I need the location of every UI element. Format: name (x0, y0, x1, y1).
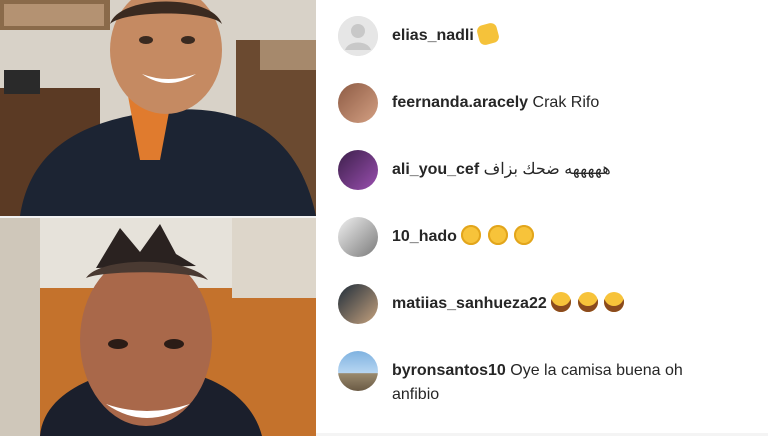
list-item: byronsantos10 Oye la camisa buena oh anf… (338, 351, 732, 407)
comment-username[interactable]: feernanda.aracely (392, 94, 528, 111)
heart-eyes-emoji (514, 225, 535, 245)
video-feed-top (0, 0, 316, 216)
avatar[interactable] (338, 351, 378, 391)
live-comments-panel: elias_nadli feernanda.aracely Crak Rifo … (316, 0, 768, 436)
laughing-emoji (551, 292, 572, 312)
avatar[interactable] (338, 284, 378, 324)
comment-text: elias_nadli (392, 21, 501, 48)
laughing-emoji (577, 292, 598, 312)
list-item: 10_hado (338, 217, 536, 257)
comment-text: feernanda.aracely Crak Rifo (392, 91, 599, 115)
list-item: matiias_sanhueza22 (338, 284, 626, 324)
video-feed-person-2 (0, 218, 316, 436)
avatar[interactable] (338, 16, 378, 56)
comment-username[interactable]: byronsantos10 (392, 362, 506, 379)
comment-text: 10_hado (392, 225, 536, 249)
comment-text: ali_you_cef هههههه ضحك بزاف (392, 158, 611, 182)
heart-eyes-emoji (487, 225, 508, 245)
laughing-emoji (604, 292, 625, 312)
list-item: elias_nadli (338, 16, 501, 56)
comment-username[interactable]: ali_you_cef (392, 161, 479, 178)
comment-username[interactable]: elias_nadli (392, 27, 474, 44)
default-avatar-icon (338, 16, 378, 56)
comment-message: Crak Rifo (532, 94, 600, 111)
clapping-hands-emoji (476, 21, 501, 47)
avatar[interactable] (338, 150, 378, 190)
video-feed-bottom (0, 218, 316, 436)
comment-message: هههههه ضحك بزاف (483, 161, 611, 178)
comment-username[interactable]: matiias_sanhueza22 (392, 295, 547, 312)
live-video-panel (0, 0, 316, 436)
heart-eyes-emoji (461, 225, 482, 245)
comment-username[interactable]: 10_hado (392, 228, 457, 245)
comment-text: byronsantos10 Oye la camisa buena oh anf… (392, 359, 732, 407)
avatar[interactable] (338, 217, 378, 257)
avatar[interactable] (338, 83, 378, 123)
list-item: feernanda.aracely Crak Rifo (338, 83, 599, 123)
list-item: ali_you_cef هههههه ضحك بزاف (338, 150, 611, 190)
video-feed-person-1 (0, 0, 316, 216)
comment-text: matiias_sanhueza22 (392, 292, 626, 316)
